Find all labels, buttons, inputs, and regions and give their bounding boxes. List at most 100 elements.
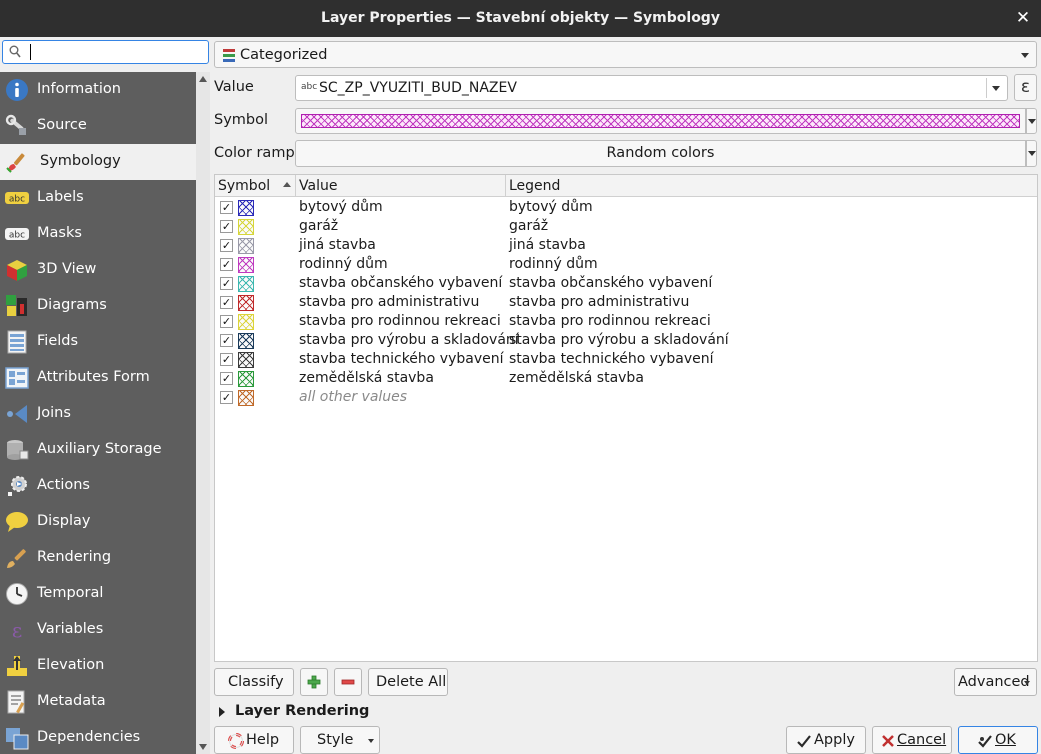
table-row[interactable]: ✓ stavba pro výrobu a skladování stavba pr… [215,331,1037,350]
classify-button[interactable]: Classify [214,668,294,696]
sidebar-item-source[interactable]: Source [0,108,196,144]
table-row[interactable]: ✓ stavba občanského vybavení stavba občans… [215,274,1037,293]
dependencies-icon [6,728,29,750]
attributes-form-icon [5,367,29,389]
sidebar-item-masks[interactable]: abc Masks [0,216,196,252]
style-menu-button[interactable]: Style [300,726,380,754]
column-header-value[interactable]: Value [299,178,337,194]
column-divider[interactable] [295,175,296,197]
sidebar-item-attributes-form[interactable]: Attributes Form [0,360,196,396]
sidebar-search[interactable] [2,40,209,64]
category-checkbox[interactable]: ✓ [220,372,233,385]
category-symbol-swatch[interactable] [238,333,254,349]
category-checkbox[interactable]: ✓ [220,353,233,366]
delete-all-button[interactable]: Delete All [368,668,448,696]
category-symbol-swatch[interactable] [238,314,254,330]
category-value: stavba pro administrativu [299,294,480,310]
sidebar-item-variables[interactable]: ε Variables [0,612,196,648]
table-row[interactable]: ✓ stavba pro rodinnou rekreaci stavba pro … [215,312,1037,331]
symbol-menu-button[interactable] [1026,108,1037,134]
renderer-type-select[interactable]: Categorized [214,41,1037,68]
category-legend: stavba pro administrativu [509,294,690,310]
category-symbol-swatch[interactable] [238,257,254,273]
source-wrench-icon [5,114,26,135]
color-ramp-button[interactable]: Random colors [295,140,1026,167]
category-checkbox[interactable]: ✓ [220,315,233,328]
sidebar-item-display[interactable]: Display [0,504,196,540]
svg-text:abc: abc [9,231,25,241]
search-input[interactable] [27,43,205,61]
cancel-button[interactable]: Cancel [872,726,952,754]
expression-button[interactable]: ε [1014,74,1037,101]
table-row[interactable]: ✓ all other values [215,388,1037,407]
category-symbol-swatch[interactable] [238,352,254,368]
category-value: stavba občanského vybavení [299,275,503,291]
labels-abc-icon: abc [5,192,29,205]
scroll-down-icon[interactable] [199,744,207,750]
sidebar-item-dependencies[interactable]: Dependencies [0,720,196,754]
sidebar-item-joins[interactable]: Joins [0,396,196,432]
category-checkbox[interactable]: ✓ [220,391,233,404]
table-row[interactable]: ✓ stavba pro administrativu stavba pro adm… [215,293,1037,312]
category-symbol-swatch[interactable] [238,295,254,311]
help-button[interactable]: Help [214,726,294,754]
sidebar-item-temporal[interactable]: Temporal [0,576,196,612]
category-checkbox[interactable]: ✓ [220,258,233,271]
advanced-menu-button[interactable]: Advanced [954,668,1037,696]
advanced-button-label: Advanced [958,674,1030,690]
value-field-select[interactable]: abc SC_ZP_VYUZITI_BUD_NAZEV [295,75,1008,101]
ok-button[interactable]: OK [958,726,1038,754]
sidebar-item-metadata[interactable]: Metadata [0,684,196,720]
categories-table: Symbol Value Legend ✓ bytový dům bytový dů… [214,174,1038,662]
table-row[interactable]: ✓ garáž garáž [215,217,1037,236]
category-checkbox[interactable]: ✓ [220,296,233,309]
actions-gear-icon [8,476,27,496]
column-header-legend[interactable]: Legend [509,178,560,194]
close-icon[interactable]: ✕ [1015,8,1031,28]
scroll-up-icon[interactable] [199,76,207,82]
symbol-button[interactable] [295,108,1026,134]
ok-pointer-icon [978,735,992,748]
sidebar-item-elevation[interactable]: Elevation [0,648,196,684]
table-row[interactable]: ✓ stavba technického vybavení stavba techn… [215,350,1037,369]
info-icon [6,79,28,101]
sidebar-item-actions[interactable]: Actions [0,468,196,504]
category-symbol-swatch[interactable] [238,276,254,292]
value-field-text: SC_ZP_VYUZITI_BUD_NAZEV [319,80,517,96]
sidebar-item-rendering[interactable]: Rendering [0,540,196,576]
apply-button[interactable]: Apply [786,726,866,754]
category-checkbox[interactable]: ✓ [220,220,233,233]
category-checkbox[interactable]: ✓ [220,334,233,347]
category-checkbox[interactable]: ✓ [220,277,233,290]
table-row[interactable]: ✓ zemědělská stavba zemědělská stavba [215,369,1037,388]
category-checkbox[interactable]: ✓ [220,239,233,252]
sidebar-scrollbar[interactable] [196,72,210,754]
category-symbol-swatch[interactable] [238,238,254,254]
clock-icon [6,583,28,605]
table-row[interactable]: ✓ bytový dům bytový dům [215,198,1037,217]
remove-category-button[interactable] [334,668,362,696]
color-ramp-menu-button[interactable] [1026,140,1037,167]
category-symbol-swatch[interactable] [238,371,254,387]
sidebar-item-labels[interactable]: abc Labels [0,180,196,216]
sidebar-item-symbology[interactable]: Symbology [0,144,196,180]
table-row[interactable]: ✓ jiná stavba jiná stavba [215,236,1037,255]
sidebar-item-information[interactable]: Information [0,72,196,108]
category-symbol-swatch[interactable] [238,200,254,216]
sidebar-item-auxiliary-storage[interactable]: Auxiliary Storage [0,432,196,468]
add-category-button[interactable] [300,668,328,696]
category-symbol-swatch[interactable] [238,219,254,235]
table-row[interactable]: ✓ rodinný dům rodinný dům [215,255,1037,274]
chevron-down-icon [1021,52,1029,58]
category-value: zemědělská stavba [299,370,434,386]
sidebar-item-diagrams[interactable]: Diagrams [0,288,196,324]
symbol-label: Symbol [214,112,269,128]
sidebar-item-label: Temporal [37,585,104,601]
sidebar-item-fields[interactable]: Fields [0,324,196,360]
column-divider[interactable] [505,175,506,197]
category-checkbox[interactable]: ✓ [220,201,233,214]
category-symbol-swatch[interactable] [238,390,254,406]
column-header-symbol[interactable]: Symbol [218,178,270,194]
sidebar-item-label: Rendering [37,549,112,565]
sidebar-item-3d-view[interactable]: 3D View [0,252,196,288]
